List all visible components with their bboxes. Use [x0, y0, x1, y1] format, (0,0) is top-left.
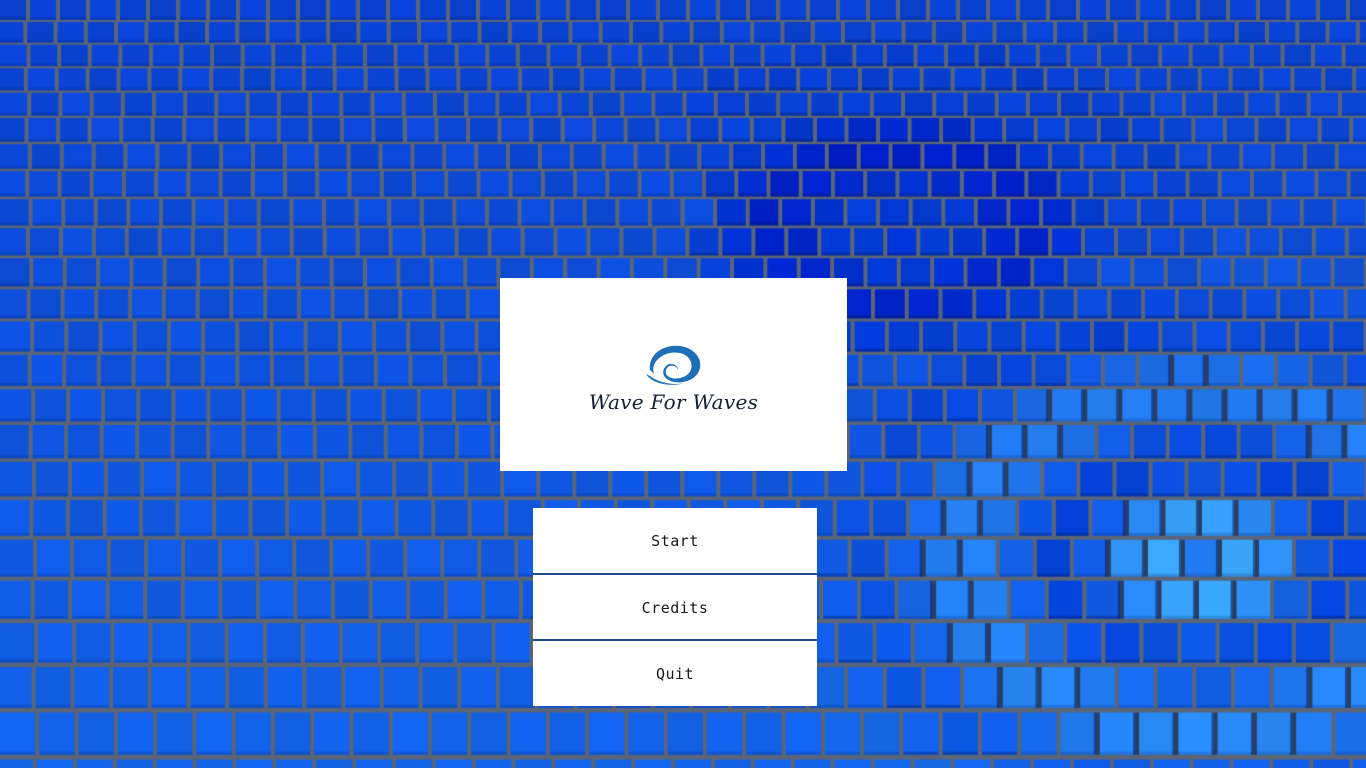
game-title: Wave For Waves [588, 389, 759, 414]
credits-button[interactable]: Credits [533, 575, 817, 640]
main-menu: Start Credits Quit [533, 508, 817, 706]
wave-swirl-icon [645, 345, 700, 385]
quit-button[interactable]: Quit [533, 641, 817, 706]
start-button[interactable]: Start [533, 508, 817, 573]
title-logo-card: Wave For Waves [500, 278, 847, 471]
